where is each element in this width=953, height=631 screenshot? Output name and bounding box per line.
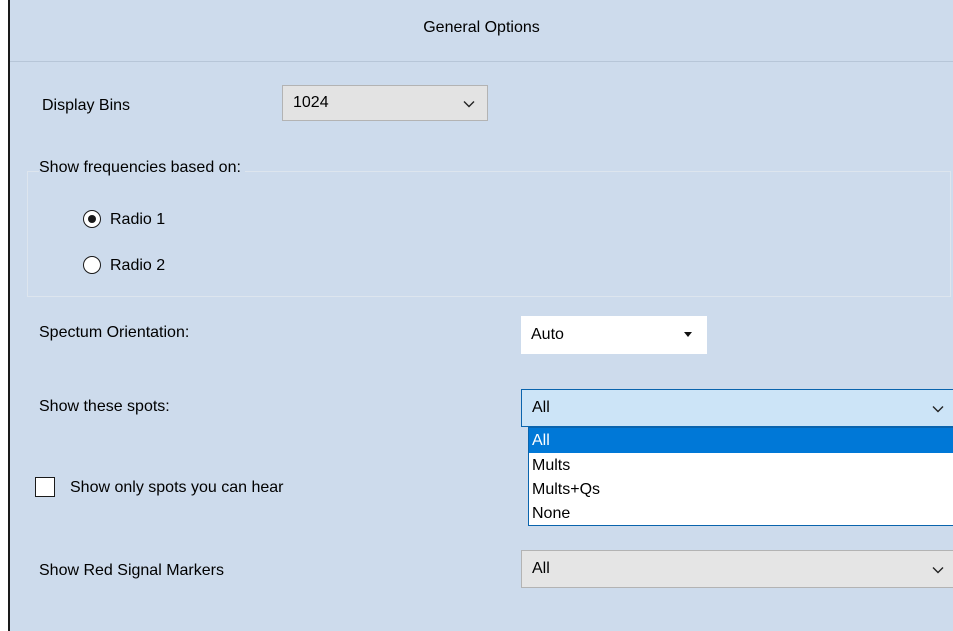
radio-1-option[interactable]: Radio 1 xyxy=(83,208,243,232)
hear-only-checkbox[interactable] xyxy=(35,477,55,497)
spots-option-all[interactable]: All xyxy=(529,428,953,453)
spots-option-mults-qs[interactable]: Mults+Qs xyxy=(529,477,953,502)
spots-dropdown-list[interactable]: All Mults Mults+Qs None xyxy=(528,427,953,526)
frequencies-label: Show frequencies based on: xyxy=(39,159,245,177)
hear-only-option[interactable]: Show only spots you can hear xyxy=(35,476,375,500)
spots-option-none[interactable]: None xyxy=(529,501,953,526)
spots-label: Show these spots: xyxy=(39,398,170,415)
radio-2-button[interactable] xyxy=(83,256,101,274)
chevron-down-icon xyxy=(932,567,944,574)
orientation-value: Auto xyxy=(531,326,564,343)
hear-only-label: Show only spots you can hear xyxy=(70,479,284,496)
orientation-dropdown-button[interactable] xyxy=(669,316,707,354)
general-options-window: General Options Display Bins 1024 Show f… xyxy=(8,0,953,631)
spots-value: All xyxy=(532,399,550,416)
red-markers-label: Show Red Signal Markers xyxy=(39,562,224,579)
triangle-down-icon xyxy=(684,332,692,337)
radio-2-option[interactable]: Radio 2 xyxy=(83,254,243,278)
display-bins-value: 1024 xyxy=(293,94,329,111)
spots-option-mults[interactable]: Mults xyxy=(529,453,953,478)
radio-1-label: Radio 1 xyxy=(110,211,166,228)
radio-2-label: Radio 2 xyxy=(110,257,166,274)
spots-select[interactable]: All xyxy=(521,389,953,427)
orientation-select[interactable]: Auto xyxy=(521,316,707,354)
red-markers-value: All xyxy=(532,560,550,577)
red-markers-select[interactable]: All xyxy=(521,550,953,588)
radio-selected-dot xyxy=(87,214,96,223)
display-bins-label: Display Bins xyxy=(42,97,131,114)
orientation-label: Spectum Orientation: xyxy=(39,324,190,341)
chevron-down-icon xyxy=(932,406,944,413)
frequencies-groupbox xyxy=(27,171,951,297)
chevron-down-icon xyxy=(463,101,475,108)
window-title-text: General Options xyxy=(423,19,540,36)
display-bins-select[interactable]: 1024 xyxy=(282,85,488,121)
window-title: General Options xyxy=(10,0,953,62)
radio-1-button[interactable] xyxy=(83,210,101,228)
